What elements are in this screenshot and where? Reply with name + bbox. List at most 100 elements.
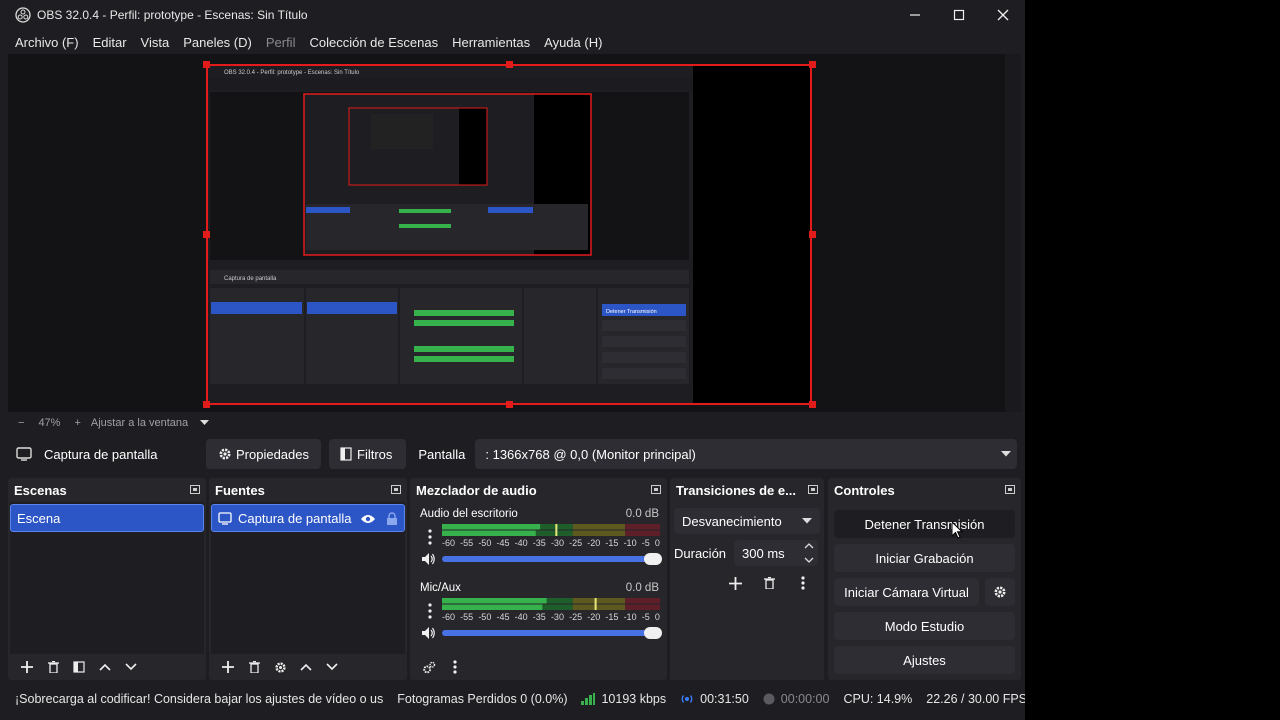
- channel-db: 0.0 dB: [625, 508, 659, 520]
- menu-help[interactable]: Ayuda (H): [537, 35, 609, 50]
- signal-bars-icon: [581, 693, 596, 705]
- move-scene-up-button[interactable]: [92, 656, 118, 678]
- undock-icon[interactable]: [391, 485, 401, 494]
- start-recording-button[interactable]: Iniciar Grabación: [834, 544, 1015, 572]
- audio-mixer-dock: Mezclador de audio Audio del escritorio …: [410, 478, 667, 680]
- resize-handle-ml[interactable]: [203, 231, 210, 238]
- transition-select[interactable]: Desvanecimiento: [674, 508, 820, 534]
- zoom-dropdown-icon[interactable]: [200, 417, 210, 429]
- stream-time-value: 00:31:50: [700, 692, 749, 706]
- screen-select[interactable]: : 1366x768 @ 0,0 (Monitor principal): [475, 439, 1018, 469]
- menu-docks[interactable]: Paneles (D): [176, 35, 259, 50]
- tick: -30: [550, 612, 564, 622]
- resize-handle-bc[interactable]: [506, 401, 513, 408]
- speaker-icon[interactable]: [422, 553, 436, 565]
- resize-handle-bl[interactable]: [203, 401, 210, 408]
- resize-handle-tc[interactable]: [506, 61, 513, 68]
- settings-label: Ajustes: [903, 652, 946, 668]
- speaker-icon[interactable]: [422, 627, 436, 639]
- studio-mode-label: Modo Estudio: [884, 618, 965, 634]
- menu-profile[interactable]: Perfil: [259, 35, 303, 50]
- resize-handle-tr[interactable]: [809, 61, 816, 68]
- properties-button[interactable]: Propiedades: [206, 439, 321, 469]
- preview-scrollbar[interactable]: [1005, 54, 1021, 412]
- menu-scene-collection[interactable]: Colección de Escenas: [302, 35, 445, 50]
- source-properties-button[interactable]: [267, 656, 293, 678]
- tick: -35: [532, 612, 546, 622]
- start-virtual-camera-label: Iniciar Cámara Virtual: [844, 584, 969, 600]
- close-button[interactable]: [981, 0, 1025, 30]
- add-source-button[interactable]: [215, 656, 241, 678]
- start-virtual-camera-button[interactable]: Iniciar Cámara Virtual: [834, 578, 979, 606]
- move-source-down-button[interactable]: [319, 656, 345, 678]
- stop-streaming-button[interactable]: Detener Transmisión: [834, 510, 1015, 538]
- remove-transition-button[interactable]: [756, 572, 782, 594]
- record-icon: [763, 693, 775, 705]
- spin-arrows-icon[interactable]: [804, 543, 814, 563]
- encoding-warning: ¡Sobrecarga al codificar! Considera baja…: [15, 692, 384, 706]
- scenes-title: Escenas: [14, 482, 67, 498]
- resize-handle-mr[interactable]: [809, 231, 816, 238]
- filters-button[interactable]: Filtros: [329, 439, 407, 469]
- zoom-out-button[interactable]: −: [18, 417, 24, 429]
- chevron-up-icon: [99, 663, 111, 671]
- remove-source-button[interactable]: [241, 656, 267, 678]
- remove-scene-button[interactable]: [40, 656, 66, 678]
- duration-spinbox[interactable]: 300 ms: [734, 540, 819, 566]
- advanced-audio-button[interactable]: [416, 656, 442, 678]
- scene-filters-button[interactable]: [66, 656, 92, 678]
- tick: -50: [478, 612, 492, 622]
- menu-tools[interactable]: Herramientas: [445, 35, 537, 50]
- volume-slider[interactable]: [442, 553, 662, 565]
- mixer-menu-button[interactable]: [442, 656, 468, 678]
- zoom-fit-label[interactable]: Ajustar a la ventana: [91, 417, 188, 429]
- resize-handle-br[interactable]: [809, 401, 816, 408]
- volume-slider-handle[interactable]: [644, 553, 662, 565]
- undock-icon[interactable]: [1005, 485, 1015, 494]
- sources-title: Fuentes: [215, 482, 265, 498]
- menu-view[interactable]: Vista: [134, 35, 177, 50]
- volume-slider[interactable]: [442, 627, 662, 639]
- sources-list: Captura de pantalla: [211, 502, 405, 654]
- lock-icon[interactable]: [386, 512, 398, 526]
- scenes-dock: Escenas Escena: [8, 478, 206, 680]
- transition-menu-button[interactable]: [790, 572, 816, 594]
- mixer-channel-mic-aux: Mic/Aux 0.0 dB -60 -55 -50 -45 -40 -35 -30 -25-…: [412, 576, 665, 650]
- tick: -25: [569, 612, 583, 622]
- source-name-label: Captura de pantalla: [44, 446, 158, 462]
- maximize-button[interactable]: [937, 0, 981, 30]
- resize-handle-tl[interactable]: [203, 61, 210, 68]
- filter-icon: [73, 661, 85, 673]
- studio-mode-button[interactable]: Modo Estudio: [834, 612, 1015, 640]
- transitions-body: Desvanecimiento Duración 300 ms: [670, 502, 824, 680]
- tick: -5: [641, 538, 650, 548]
- kebab-menu-icon[interactable]: [427, 603, 433, 619]
- menu-edit[interactable]: Editar: [86, 35, 134, 50]
- minimize-button[interactable]: [893, 0, 937, 30]
- eye-icon[interactable]: [360, 513, 376, 525]
- undock-icon[interactable]: [651, 485, 661, 494]
- source-item[interactable]: Captura de pantalla: [211, 504, 405, 532]
- virtual-camera-settings-button[interactable]: [985, 578, 1015, 606]
- zoom-in-button[interactable]: +: [74, 417, 80, 429]
- menu-file[interactable]: Archivo (F): [8, 35, 86, 50]
- undock-icon[interactable]: [190, 485, 200, 494]
- move-scene-down-button[interactable]: [118, 656, 144, 678]
- scene-item[interactable]: Escena: [10, 504, 204, 532]
- tick: -35: [532, 538, 546, 548]
- settings-button[interactable]: Ajustes: [834, 646, 1015, 674]
- volume-slider-handle[interactable]: [644, 627, 662, 639]
- undock-icon[interactable]: [808, 485, 818, 494]
- channel-db: 0.0 dB: [625, 582, 659, 594]
- mixer-channel-desktop-audio: Audio del escritorio 0.0 dB -60 -55 -50 -45…: [412, 502, 665, 576]
- tick: -40: [514, 612, 528, 622]
- move-source-up-button[interactable]: [293, 656, 319, 678]
- add-scene-button[interactable]: [14, 656, 40, 678]
- trash-icon: [763, 577, 775, 589]
- virtualcam-row: Iniciar Cámara Virtual: [834, 578, 1015, 606]
- kebab-menu-icon[interactable]: [427, 529, 433, 545]
- obs-window: OBS 32.0.4 - Perfil: prototype - Escenas…: [0, 0, 1027, 720]
- add-transition-button[interactable]: [722, 572, 748, 594]
- source-selection-box[interactable]: [206, 64, 812, 405]
- tick: 0: [654, 612, 660, 622]
